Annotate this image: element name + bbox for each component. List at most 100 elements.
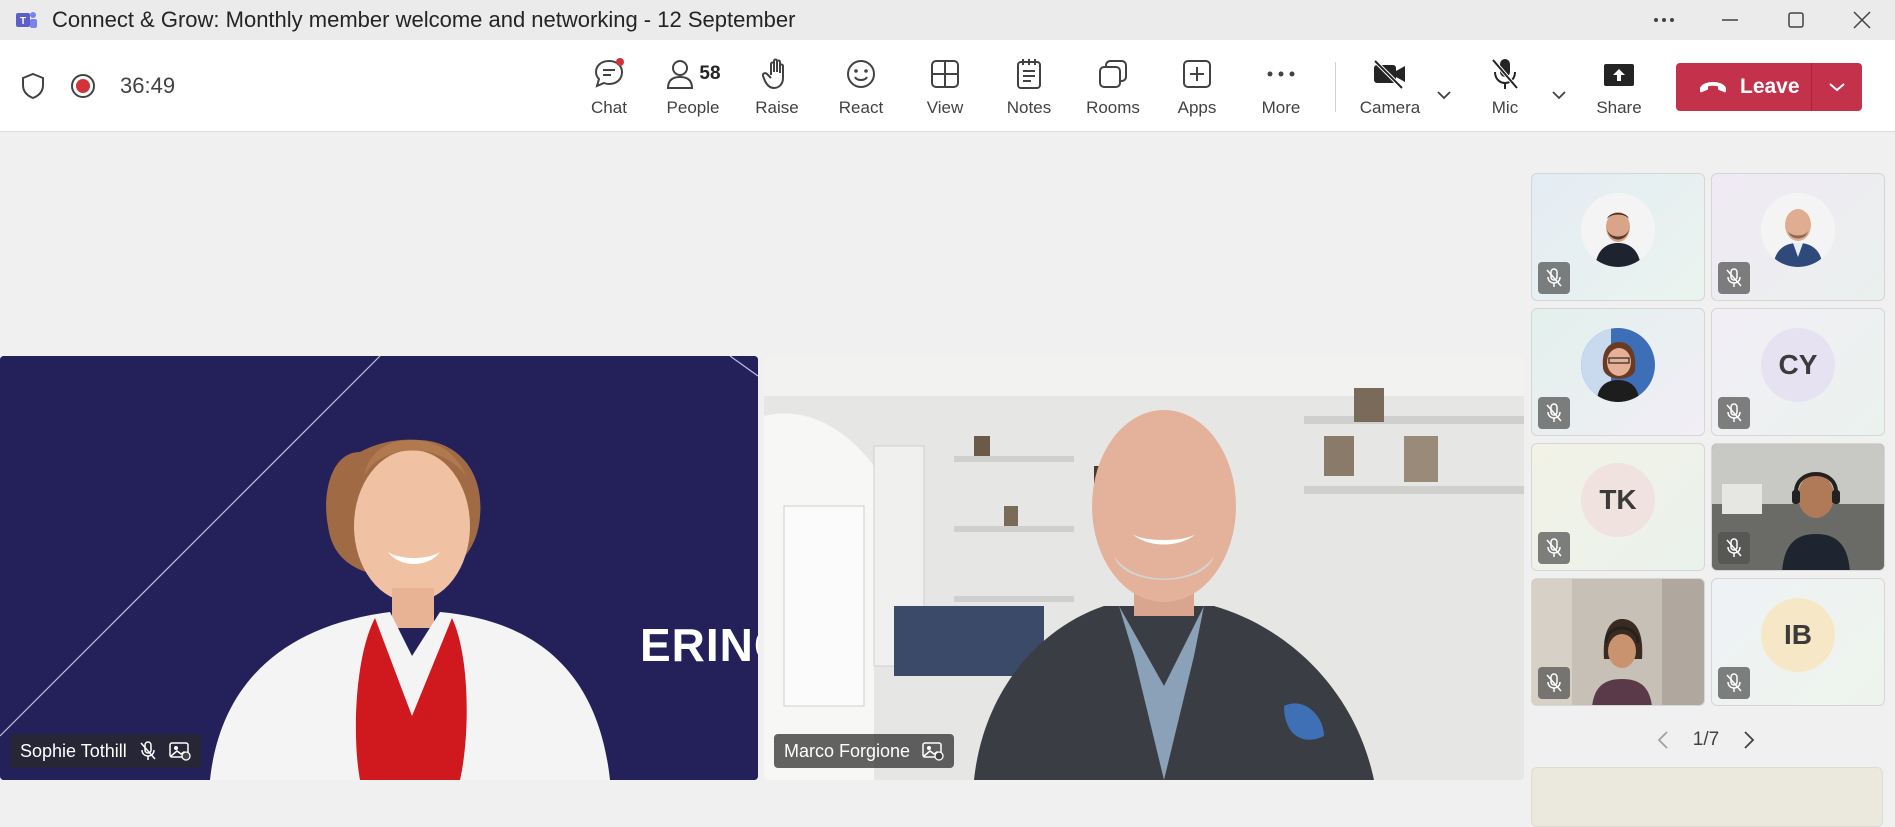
share-button[interactable]: Share bbox=[1579, 54, 1659, 124]
teams-logo-icon: T bbox=[16, 12, 37, 28]
leave-label: Leave bbox=[1740, 75, 1800, 98]
participant-video bbox=[0, 356, 758, 780]
avatar-initials: CY bbox=[1778, 349, 1818, 380]
leave-button[interactable]: Leave bbox=[1676, 63, 1811, 111]
ellipsis-icon bbox=[1267, 71, 1295, 77]
mic-options-dropdown[interactable] bbox=[1544, 80, 1574, 110]
view-label: View bbox=[926, 98, 964, 117]
avatar bbox=[1581, 328, 1655, 402]
participant-thumbnail[interactable] bbox=[1531, 173, 1705, 301]
mic-off-icon bbox=[140, 741, 156, 760]
participant-thumbnail[interactable] bbox=[1531, 578, 1705, 706]
react-button[interactable]: React bbox=[821, 54, 901, 124]
camera-off-icon bbox=[1373, 59, 1405, 89]
mic-off-icon bbox=[1726, 403, 1742, 422]
video-background-effect-icon bbox=[922, 742, 944, 761]
video-background-effect-icon bbox=[169, 742, 191, 761]
participant-thumbnail[interactable] bbox=[1531, 308, 1705, 436]
video-tile-marco-forgione[interactable]: Marco Forgione bbox=[764, 356, 1524, 780]
mic-off-icon bbox=[1726, 268, 1742, 287]
raise-hand-icon bbox=[762, 58, 784, 89]
raise-label: Raise bbox=[755, 98, 799, 117]
gallery-page-indicator: 1/7 bbox=[1692, 729, 1720, 750]
chat-label: Chat bbox=[591, 98, 627, 117]
mic-off-icon bbox=[1726, 673, 1742, 692]
avatar: TK bbox=[1581, 463, 1655, 537]
notes-icon bbox=[1017, 59, 1041, 89]
leave-button-group: Leave bbox=[1676, 63, 1862, 111]
camera-options-dropdown[interactable] bbox=[1429, 80, 1459, 110]
people-count: 58 bbox=[699, 63, 721, 84]
mic-off-icon bbox=[1491, 58, 1519, 90]
apps-label: Apps bbox=[1177, 98, 1217, 117]
chevron-down-icon bbox=[1552, 91, 1566, 100]
people-label: People bbox=[666, 98, 720, 117]
meeting-stage: ERING C Sophie Tothill bbox=[0, 133, 1895, 827]
close-window-button[interactable] bbox=[1829, 0, 1895, 40]
meeting-toolbar: 36:49 Chat 58 People Raise React View No… bbox=[0, 40, 1895, 132]
mute-indicator bbox=[1718, 532, 1750, 564]
avatar-initials: IB bbox=[1784, 619, 1812, 650]
share-screen-icon bbox=[1604, 64, 1634, 86]
recording-icon bbox=[71, 74, 95, 98]
minimize-button[interactable] bbox=[1697, 0, 1763, 40]
participant-thumbnail[interactable] bbox=[1711, 173, 1885, 301]
maximize-button[interactable] bbox=[1763, 0, 1829, 40]
profile-photo bbox=[1581, 193, 1655, 267]
maximize-icon bbox=[1788, 12, 1804, 28]
meeting-timer: 36:49 bbox=[120, 73, 176, 98]
notes-button[interactable]: Notes bbox=[989, 54, 1069, 124]
people-button[interactable]: 58 People bbox=[653, 54, 733, 124]
mic-label: Mic bbox=[1491, 98, 1519, 117]
mic-off-icon bbox=[1546, 673, 1562, 692]
rooms-button[interactable]: Rooms bbox=[1073, 54, 1153, 124]
ellipsis-icon bbox=[1654, 18, 1674, 22]
participant-video bbox=[764, 356, 1524, 780]
notes-label: Notes bbox=[1006, 98, 1052, 117]
mute-indicator bbox=[1538, 532, 1570, 564]
participant-thumbnail[interactable]: CY bbox=[1711, 308, 1885, 436]
avatar: IB bbox=[1761, 598, 1835, 672]
mic-off-icon bbox=[1546, 538, 1562, 557]
chat-icon bbox=[594, 58, 624, 88]
tile-background-text: ERING C bbox=[640, 619, 758, 671]
more-options-button[interactable] bbox=[1631, 0, 1697, 40]
raise-hand-button[interactable]: Raise bbox=[737, 54, 817, 124]
smiley-icon bbox=[847, 60, 875, 88]
video-tile-sophie-tothill[interactable]: ERING C Sophie Tothill bbox=[0, 356, 758, 780]
chevron-right-icon[interactable] bbox=[1742, 730, 1756, 750]
participant-thumbnail[interactable]: TK bbox=[1531, 443, 1705, 571]
more-actions-button[interactable]: More bbox=[1241, 54, 1321, 124]
mic-off-icon bbox=[1546, 268, 1562, 287]
participant-name: Sophie Tothill bbox=[20, 740, 127, 761]
mute-indicator bbox=[1538, 667, 1570, 699]
profile-photo bbox=[1761, 193, 1835, 267]
mute-indicator bbox=[1538, 397, 1570, 429]
participant-name-tag: Marco Forgione bbox=[774, 734, 955, 768]
hang-up-icon bbox=[1700, 82, 1726, 93]
chevron-left-icon[interactable] bbox=[1656, 730, 1670, 750]
mute-indicator bbox=[1718, 397, 1750, 429]
mic-button[interactable]: Mic bbox=[1465, 54, 1545, 124]
camera-button[interactable]: Camera bbox=[1350, 54, 1430, 124]
add-app-icon bbox=[1183, 60, 1211, 88]
rooms-icon bbox=[1099, 60, 1127, 88]
avatar-initials: TK bbox=[1599, 484, 1637, 515]
window-title: Connect & Grow: Monthly member welcome a… bbox=[52, 7, 796, 32]
leave-options-dropdown[interactable] bbox=[1812, 63, 1862, 111]
apps-button[interactable]: Apps bbox=[1157, 54, 1237, 124]
rooms-label: Rooms bbox=[1086, 98, 1140, 117]
title-bar: T Connect & Grow: Monthly member welcome… bbox=[0, 0, 1895, 40]
share-label: Share bbox=[1596, 98, 1642, 117]
view-button[interactable]: View bbox=[905, 54, 985, 124]
participant-name: Marco Forgione bbox=[784, 740, 911, 761]
chat-button[interactable]: Chat bbox=[569, 54, 649, 124]
participant-thumbnail-partial bbox=[1531, 767, 1883, 827]
shield-icon[interactable] bbox=[20, 72, 46, 100]
more-label: More bbox=[1261, 98, 1301, 117]
participant-thumbnail[interactable] bbox=[1711, 443, 1885, 571]
participant-thumbnail[interactable]: IB bbox=[1711, 578, 1885, 706]
participant-name-tag: Sophie Tothill bbox=[10, 734, 201, 768]
minimize-icon bbox=[1722, 19, 1738, 21]
mute-indicator bbox=[1538, 262, 1570, 294]
